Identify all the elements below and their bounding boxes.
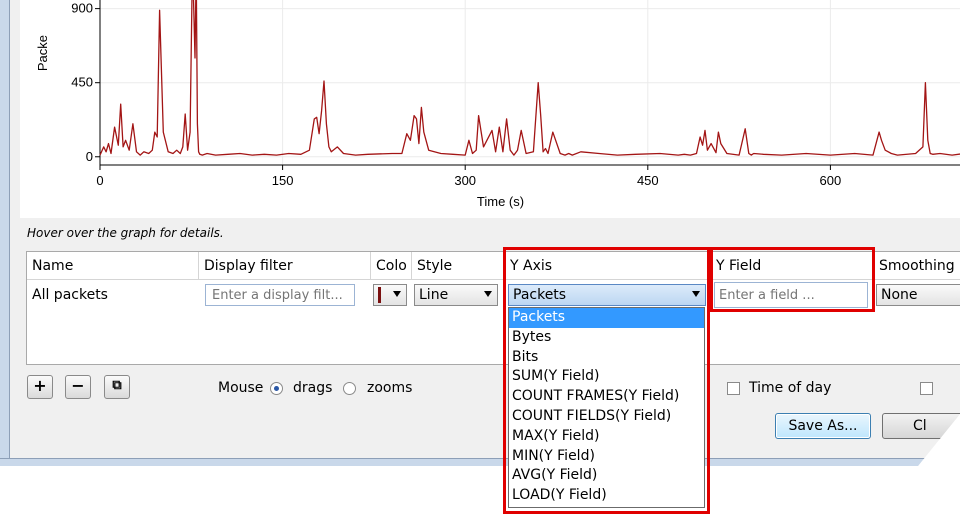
dropdown-option[interactable]: COUNT FRAMES(Y Field) <box>509 387 704 407</box>
io-graph-window: 0150300450600750450900Time (s)Packe Hove… <box>0 0 960 466</box>
dropdown-option[interactable]: MAX(Y Field) <box>509 427 704 447</box>
chevron-down-icon <box>393 291 401 297</box>
time-of-day-label[interactable]: Time of day <box>749 380 831 396</box>
dropdown-option[interactable]: COUNT FIELDS(Y Field) <box>509 407 704 427</box>
series-line <box>99 0 960 156</box>
save-as-button[interactable]: Save As... <box>775 413 871 439</box>
close-button[interactable]: Cl <box>882 413 960 439</box>
x-tick-label: 0 <box>96 173 103 188</box>
dropdown-option[interactable]: SUM(Y Field) <box>509 367 704 387</box>
remove-graph-button[interactable]: − <box>65 375 91 399</box>
header-name[interactable]: Name <box>27 252 199 280</box>
x-axis-label: Time (s) <box>477 194 524 209</box>
header-color[interactable]: Colo <box>371 252 412 280</box>
header-y-axis[interactable]: Y Axis <box>505 252 711 280</box>
row-smoothing-cell: None <box>874 281 960 309</box>
dropdown-option[interactable]: LOAD(Y Field) <box>509 486 704 506</box>
x-tick-label: 300 <box>454 173 476 188</box>
time-of-day-checkbox[interactable] <box>727 382 740 395</box>
header-y-field[interactable]: Y Field <box>711 252 874 280</box>
y-axis-dropdown-list[interactable]: Packets Bytes Bits SUM(Y Field) COUNT FR… <box>508 307 705 508</box>
row-style-cell: Line <box>412 281 505 309</box>
y-field-input[interactable] <box>714 282 868 308</box>
style-combo-value: Line <box>419 287 449 303</box>
color-swatch <box>378 287 381 303</box>
add-graph-button[interactable]: + <box>27 375 53 399</box>
io-graph-plot[interactable]: 0150300450600750450900Time (s)Packe <box>20 0 960 218</box>
dropdown-option[interactable]: Packets <box>509 308 704 328</box>
hover-hint-text: Hover over the graph for details. <box>27 226 224 240</box>
chevron-down-icon <box>692 291 700 297</box>
dropdown-option[interactable]: MIN(Y Field) <box>509 447 704 467</box>
display-filter-input[interactable] <box>205 284 355 306</box>
header-smoothing[interactable]: Smoothing <box>874 252 960 280</box>
window-frame-left <box>0 0 10 466</box>
zooms-label[interactable]: zooms <box>367 380 412 396</box>
smoothing-combo[interactable]: None <box>876 284 960 306</box>
y-tick-label: 450 <box>71 75 93 90</box>
row-y-axis-cell: Packets <box>505 281 711 309</box>
drags-label[interactable]: drags <box>293 380 332 396</box>
header-style[interactable]: Style <box>412 252 505 280</box>
x-tick-label: 150 <box>272 173 294 188</box>
mouse-label: Mouse <box>218 380 264 396</box>
row-name-cell[interactable]: All packets <box>27 281 199 309</box>
dropdown-option[interactable]: Bytes <box>509 328 704 348</box>
row-display-filter-cell <box>199 281 371 309</box>
header-display-filter[interactable]: Display filter <box>199 252 371 280</box>
smoothing-combo-value: None <box>881 287 918 303</box>
y-axis-combo[interactable]: Packets <box>508 284 706 306</box>
y-tick-label: 0 <box>86 149 93 164</box>
zooms-radio[interactable] <box>343 382 356 395</box>
style-combo[interactable]: Line <box>414 284 498 306</box>
chart-svg[interactable]: 0150300450600750450900Time (s)Packe <box>20 0 960 218</box>
row-color-cell <box>371 281 412 309</box>
dropdown-option[interactable]: AVG(Y Field) <box>509 466 704 486</box>
x-tick-label: 450 <box>637 173 659 188</box>
y-axis-label: Packe <box>35 35 50 71</box>
background-console-text: ▔▔▔▔▔▔▔▔▔▔▔▔▔▔▔▔▔▔▔▔▔▔▔▔▔▔ <box>28 464 258 474</box>
y-tick-label: 900 <box>71 1 93 16</box>
color-picker-button[interactable] <box>373 284 407 306</box>
copy-graph-button[interactable]: ⧉ <box>104 375 130 399</box>
drags-radio[interactable] <box>270 382 283 395</box>
x-tick-label: 600 <box>820 173 842 188</box>
y-axis-combo-value: Packets <box>513 287 567 303</box>
option-checkbox[interactable] <box>920 382 933 395</box>
dropdown-option[interactable]: Bits <box>509 348 704 368</box>
graph-table[interactable]: Name Display filter Colo Style Y Axis Y … <box>26 251 960 365</box>
chevron-down-icon <box>484 291 492 297</box>
